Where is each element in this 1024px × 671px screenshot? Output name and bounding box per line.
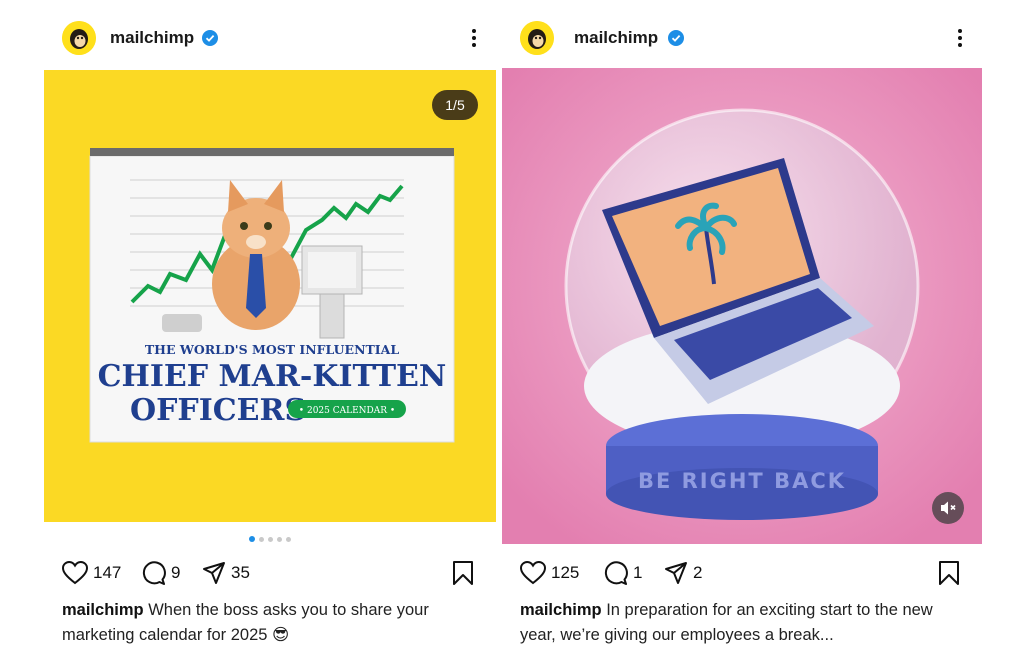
snow-globe-artwork: BE RIGHT BACK	[502, 68, 982, 544]
calendar-title: CHIEF MAR-KITTEN	[98, 359, 447, 394]
bookmark-button[interactable]	[452, 560, 474, 586]
post-2: mailchimp BE RIGHT BACK 125 1 2 mailchim…	[502, 0, 982, 671]
comment-count: 9	[171, 563, 181, 582]
calendar-badge: • 2025 CALENDAR •	[299, 406, 395, 416]
carousel-dot	[259, 537, 264, 542]
verified-badge-icon	[668, 30, 684, 46]
username[interactable]: mailchimp	[110, 28, 194, 48]
bookmark-icon	[453, 561, 473, 585]
comment-icon	[604, 561, 628, 585]
action-bar: 125 1 2	[520, 556, 964, 590]
share-count: 35	[231, 563, 250, 582]
carousel-dot	[286, 537, 291, 542]
share-button[interactable]: 35	[202, 560, 250, 586]
bookmark-button[interactable]	[938, 560, 960, 586]
verified-badge-icon	[202, 30, 218, 46]
avatar[interactable]	[520, 21, 554, 55]
heart-icon	[62, 561, 88, 585]
mailchimp-logo-icon	[62, 21, 96, 55]
slide-counter: 1/5	[432, 90, 478, 120]
share-icon	[203, 562, 225, 584]
mailchimp-logo-icon	[520, 21, 554, 55]
post-video[interactable]: BE RIGHT BACK	[502, 68, 982, 544]
post-header: mailchimp	[44, 16, 496, 62]
calendar-subtitle: THE WORLD'S MOST INFLUENTIAL	[145, 342, 400, 357]
heart-icon	[520, 561, 546, 585]
post-caption: mailchimp When the boss asks you to shar…	[62, 598, 486, 648]
like-count: 147	[93, 563, 122, 582]
bookmark-icon	[939, 561, 959, 585]
comment-count: 1	[633, 563, 643, 582]
post-1: mailchimp THE WORLD'S MOST INFLUENTIAL C…	[44, 0, 496, 671]
username[interactable]: mailchimp	[574, 28, 658, 48]
post-caption: mailchimp In preparation for an exciting…	[520, 598, 972, 648]
share-count: 2	[693, 563, 703, 582]
caption-username[interactable]: mailchimp	[520, 601, 602, 619]
carousel-dot	[249, 536, 255, 542]
post-header: mailchimp	[502, 16, 982, 62]
more-options-icon[interactable]	[956, 26, 964, 52]
mute-button[interactable]	[932, 492, 964, 524]
post-image[interactable]: THE WORLD'S MOST INFLUENTIAL CHIEF MAR-K…	[44, 70, 496, 522]
like-button[interactable]: 125	[520, 560, 579, 586]
carousel-dot	[268, 537, 273, 542]
like-button[interactable]: 147	[62, 560, 121, 586]
share-button[interactable]: 2	[664, 560, 702, 586]
carousel-indicator	[44, 536, 496, 542]
pedestal-text: BE RIGHT BACK	[638, 469, 846, 493]
mute-icon	[941, 501, 956, 515]
like-count: 125	[551, 563, 580, 582]
calendar-artwork: THE WORLD'S MOST INFLUENTIAL CHIEF MAR-K…	[89, 148, 455, 443]
comment-button[interactable]: 9	[142, 560, 180, 586]
more-options-icon[interactable]	[470, 26, 478, 52]
share-icon	[665, 562, 687, 584]
carousel-dot	[277, 537, 282, 542]
avatar[interactable]	[62, 21, 96, 55]
action-bar: 147 9 35	[62, 556, 478, 590]
calendar-title-2: OFFICERS	[130, 393, 306, 428]
caption-username[interactable]: mailchimp	[62, 601, 144, 619]
comment-button[interactable]: 1	[604, 560, 642, 586]
comment-icon	[142, 561, 166, 585]
